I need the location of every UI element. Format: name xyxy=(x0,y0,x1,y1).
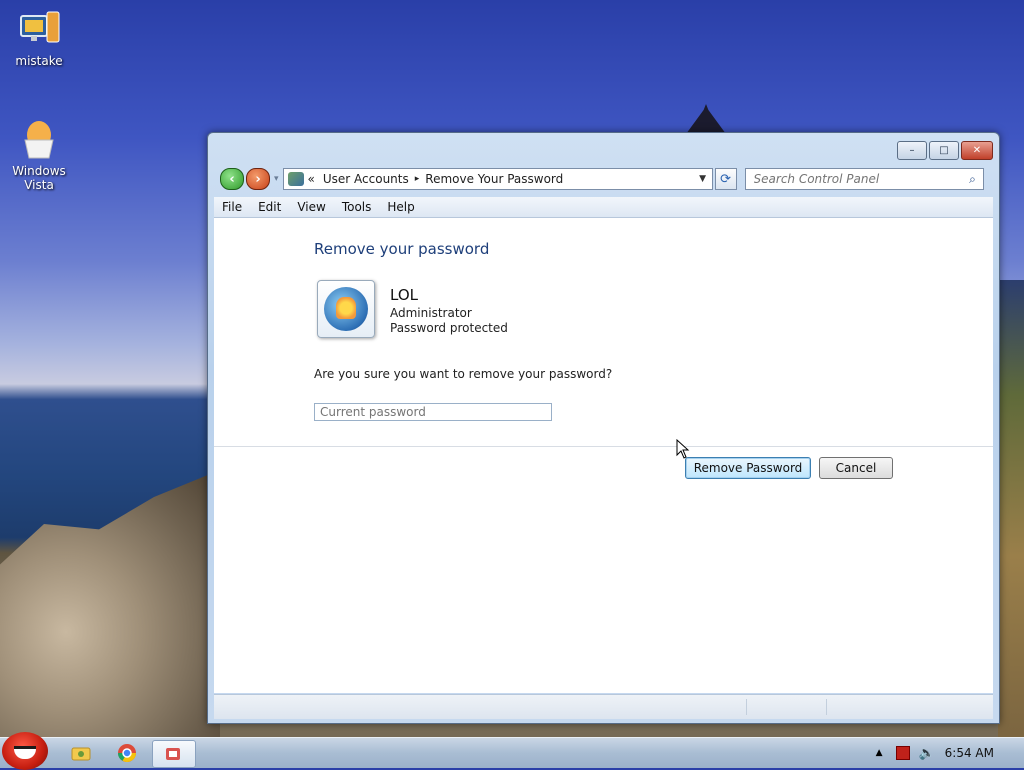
menu-edit[interactable]: Edit xyxy=(250,200,289,214)
desktop-icon-label: Windows Vista xyxy=(12,164,66,192)
user-name: LOL xyxy=(390,286,418,304)
mouse-cursor-icon xyxy=(676,439,690,459)
cancel-button[interactable]: Cancel xyxy=(819,457,893,479)
search-input[interactable] xyxy=(745,171,963,187)
user-picture-icon xyxy=(324,287,368,331)
lighthouse-scenery xyxy=(686,104,726,134)
user-avatar xyxy=(317,280,375,338)
desktop-icon-label: mistake xyxy=(15,54,63,68)
breadcrumb-chevron[interactable]: « xyxy=(308,172,315,186)
user-password-status: Password protected xyxy=(390,321,508,335)
desktop-icon-windows-vista[interactable]: Windows Vista xyxy=(4,118,74,192)
breadcrumb-separator-icon[interactable]: ▸ xyxy=(415,174,420,184)
refresh-icon: ⟳ xyxy=(720,171,731,187)
recent-pages-dropdown[interactable]: ▾ xyxy=(274,174,279,184)
minimize-button[interactable]: – xyxy=(897,141,927,160)
search-box[interactable]: ⌕ xyxy=(744,168,984,190)
breadcrumb-user-accounts[interactable]: User Accounts xyxy=(323,172,409,186)
forward-button[interactable]: › xyxy=(246,168,270,190)
menu-tools[interactable]: Tools xyxy=(334,200,380,214)
taskbar-explorer-icon[interactable] xyxy=(70,742,92,764)
navigation-bar: ‹ › ▾ « User Accounts ▸ Remove Your Pass… xyxy=(220,167,993,191)
remove-password-button[interactable]: Remove Password xyxy=(685,457,811,479)
rocks-scenery xyxy=(0,470,220,740)
refresh-button[interactable]: ⟳ xyxy=(714,168,737,190)
close-button[interactable]: ✕ xyxy=(961,141,993,160)
action-center-icon[interactable] xyxy=(896,746,911,760)
volume-icon[interactable]: 🔈 xyxy=(918,746,934,761)
back-button[interactable]: ‹ xyxy=(220,168,244,190)
status-bar-divider xyxy=(746,699,747,715)
control-panel-icon xyxy=(166,748,180,760)
user-accounts-icon xyxy=(287,172,304,186)
monitor-icon xyxy=(17,8,61,52)
page-title: Remove your password xyxy=(314,240,490,258)
system-tray: ▲ 🔈 6:54 AM xyxy=(876,738,1024,768)
address-dropdown-icon[interactable]: ▼ xyxy=(694,174,712,184)
menu-help[interactable]: Help xyxy=(379,200,422,214)
confirmation-question: Are you sure you want to remove your pas… xyxy=(314,367,613,381)
control-panel-window[interactable]: – □ ✕ ‹ › ▾ « User Accounts ▸ Remove You… xyxy=(207,132,1000,724)
user-role: Administrator xyxy=(390,306,472,320)
taskbar-chrome-icon[interactable] xyxy=(116,742,138,764)
search-icon[interactable]: ⌕ xyxy=(963,172,983,187)
breadcrumb-remove-your-password[interactable]: Remove Your Password xyxy=(425,172,563,186)
desktop-icon-mistake[interactable]: mistake xyxy=(4,8,74,68)
address-bar[interactable]: « User Accounts ▸ Remove Your Password ▼ xyxy=(282,168,713,190)
menu-view[interactable]: View xyxy=(289,200,333,214)
maximize-button[interactable]: □ xyxy=(929,141,959,160)
menu-file[interactable]: File xyxy=(214,200,250,214)
start-button[interactable] xyxy=(2,732,48,770)
clock[interactable]: 6:54 AM xyxy=(945,746,994,760)
menu-bar: File Edit View Tools Help xyxy=(214,197,993,218)
egg-icon xyxy=(17,118,61,162)
status-bar-divider xyxy=(826,699,827,715)
caption-buttons: – □ ✕ xyxy=(897,141,993,160)
status-bar xyxy=(214,694,993,719)
taskbar-active-window[interactable] xyxy=(152,740,196,768)
content-pane: Remove your password LOL Administrator P… xyxy=(214,218,993,693)
taskbar: ▲ 🔈 6:54 AM xyxy=(0,732,1024,770)
background-scenery xyxy=(998,280,1024,740)
show-hidden-icons-icon[interactable]: ▲ xyxy=(876,748,883,758)
divider xyxy=(214,446,993,447)
current-password-input[interactable] xyxy=(314,403,552,421)
